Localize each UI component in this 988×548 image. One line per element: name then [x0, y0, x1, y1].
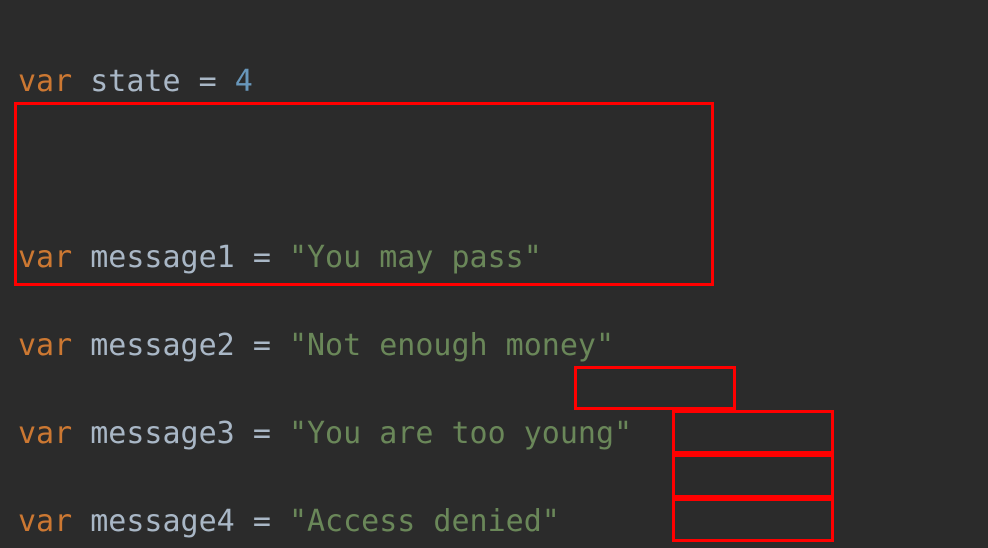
number-literal: 4	[235, 64, 253, 99]
identifier-message4: message4	[90, 504, 235, 539]
identifier-message3: message3	[90, 416, 235, 451]
string-literal: "Access denied"	[289, 504, 560, 539]
identifier-message2: message2	[90, 328, 235, 363]
code-line: var message3 = "You are too young"	[18, 412, 988, 456]
string-literal: "Not enough money"	[289, 328, 614, 363]
code-blank-line	[18, 148, 988, 192]
code-line: var message1 = "You may pass"	[18, 236, 988, 280]
highlight-box-msg1	[574, 366, 736, 410]
code-editor[interactable]: var state = 4 var message1 = "You may pa…	[0, 0, 988, 548]
code-line: var state = 4	[18, 60, 988, 104]
code-line: var message4 = "Access denied"	[18, 500, 988, 544]
keyword-var: var	[18, 64, 72, 99]
string-literal: "You may pass"	[289, 240, 542, 275]
string-literal: "You are too young"	[289, 416, 632, 451]
identifier-message1: message1	[90, 240, 235, 275]
code-line: var message2 = "Not enough money"	[18, 324, 988, 368]
identifier-state: state	[90, 64, 180, 99]
highlight-box-msg3	[672, 454, 834, 498]
